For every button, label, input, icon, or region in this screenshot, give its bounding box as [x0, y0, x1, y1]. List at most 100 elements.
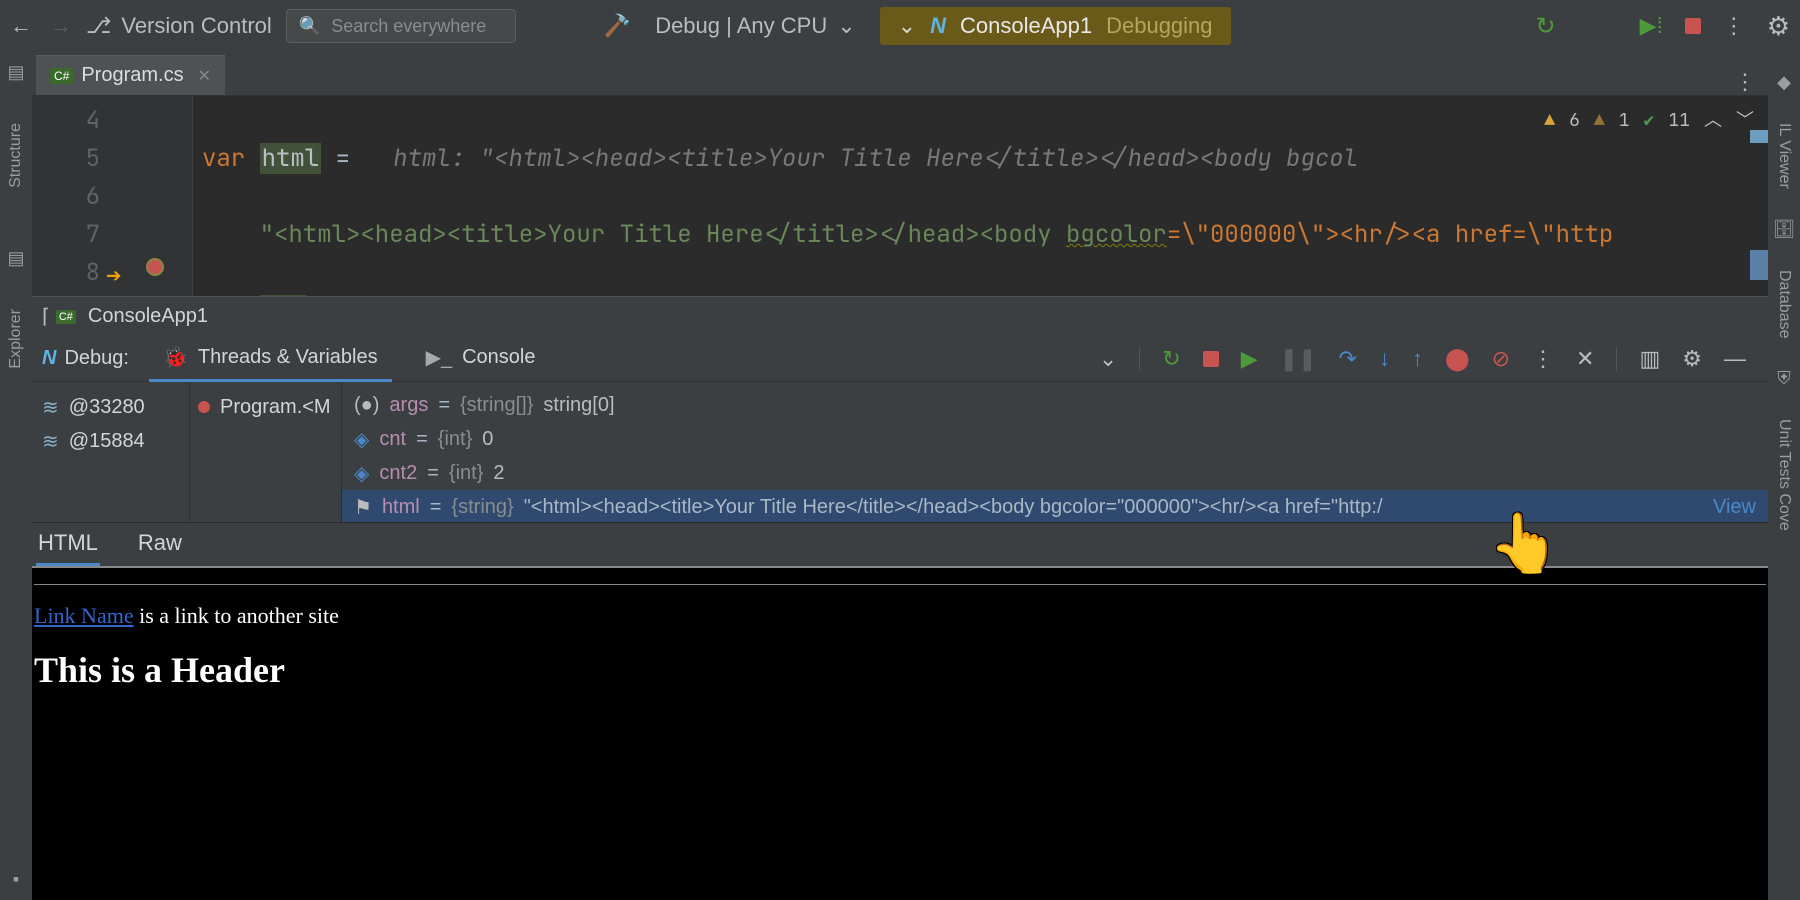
- variables-list[interactable]: (●) args = {string[]} string[0] ◈ cnt = …: [342, 382, 1768, 522]
- inspection-widget[interactable]: ▲6 ▲1 ✔11 ︿ ﹀: [1544, 102, 1754, 140]
- tab-console[interactable]: ▶_ Console: [412, 336, 550, 382]
- frames-list[interactable]: Program.<M: [190, 382, 342, 522]
- weak-warn-count: 1: [1619, 102, 1630, 140]
- top-toolbar: ← → ⎇ Version Control 🔍 Search everywher…: [0, 0, 1800, 52]
- structure-tool-label[interactable]: Structure: [7, 123, 25, 188]
- forward-icon[interactable]: →: [50, 13, 72, 39]
- check-icon: ✔: [1644, 102, 1655, 140]
- vcs-label: Version Control: [121, 13, 271, 39]
- file-tab-program[interactable]: C# Program.cs ✕: [36, 55, 225, 95]
- html-preview-panel: Link Name is a link to another site This…: [32, 566, 1768, 900]
- preview-link-line: Link Name is a link to another site: [34, 603, 1766, 629]
- csharp-badge-icon: C#: [50, 68, 73, 84]
- il-viewer-icon[interactable]: ◆: [1777, 72, 1791, 93]
- editor-gutter: 4 5 6 7 8 ➔: [32, 96, 192, 296]
- folder-icon[interactable]: ▪: [13, 869, 19, 890]
- more-icon[interactable]: ⋮: [1723, 13, 1745, 39]
- debug-tab-bar: N Debug: 🐞 Threads & Variables ▶_ Consol…: [32, 336, 1768, 382]
- rerun-icon[interactable]: ↻: [1162, 346, 1180, 372]
- stop-icon[interactable]: [1203, 351, 1219, 367]
- step-over-icon[interactable]: ↷: [1339, 346, 1357, 372]
- settings-icon[interactable]: ⚙: [1767, 11, 1790, 42]
- preview-h1: This is a Header: [34, 649, 1766, 691]
- editor-more-icon[interactable]: ⋮: [1734, 69, 1756, 95]
- thread-row[interactable]: ≋@33280: [42, 390, 179, 424]
- resume-icon[interactable]: ▶: [1241, 346, 1258, 372]
- rerun-icon[interactable]: ↻: [1536, 12, 1556, 41]
- build-config-label: Debug | Any CPU: [655, 13, 827, 39]
- more-icon[interactable]: ⋮: [1532, 346, 1554, 372]
- nav-arrows: ← →: [10, 13, 72, 39]
- build-config-select[interactable]: Debug | Any CPU ⌄: [645, 13, 865, 39]
- preview-hr: [34, 584, 1766, 585]
- left-tool-rail: ▤ Structure ▤ Explorer ▪: [0, 52, 32, 900]
- code-editor[interactable]: 4 5 6 7 8 ➔ var html = html: "<html><hea…: [32, 96, 1768, 296]
- step-out-icon[interactable]: ↑: [1412, 346, 1423, 372]
- editor-tab-bar: C# Program.cs ✕ ⋮: [32, 52, 1768, 96]
- execution-point-icon: ➔: [106, 256, 122, 294]
- debug-toolbar: ⌄ ↻ ▶ ❚❚ ↷ ↓ ↑ ⬤ ⊘ ⋮ ✕ ▥ ⚙ —: [1099, 346, 1768, 372]
- field-icon: ◈: [354, 427, 369, 452]
- explorer-tool-icon[interactable]: ▤: [7, 248, 24, 269]
- view-breakpoints-icon[interactable]: ⬤: [1445, 346, 1470, 372]
- check-count: 11: [1668, 102, 1690, 140]
- preview-link[interactable]: Link Name: [34, 603, 134, 628]
- bug-icon: 🐞: [163, 345, 188, 370]
- project-icon: N: [930, 13, 946, 39]
- thread-icon: ≋: [42, 395, 59, 420]
- preview-tab-raw[interactable]: Raw: [136, 523, 184, 567]
- layout-icon[interactable]: ▥: [1639, 346, 1660, 372]
- build-icon[interactable]: 🔨: [604, 13, 631, 39]
- var-row[interactable]: ◈ cnt = {int} 0: [354, 422, 1756, 456]
- line-number: 4: [32, 102, 100, 140]
- preview-tab-bar: HTML Raw: [32, 522, 1768, 566]
- var-row[interactable]: ◈ cnt2 = {int} 2: [354, 456, 1756, 490]
- param-icon: (●): [354, 394, 379, 417]
- thread-row[interactable]: ≋@15884: [42, 424, 179, 458]
- frame-bp-icon: [198, 401, 210, 413]
- chevron-down-icon[interactable]: ⌄: [1099, 346, 1117, 372]
- csharp-badge-icon: C#: [56, 310, 76, 324]
- terminal-icon: ▶_: [426, 345, 453, 370]
- close-icon[interactable]: ✕: [1576, 346, 1594, 372]
- structure-tool-icon[interactable]: ▤: [7, 62, 24, 83]
- search-everywhere[interactable]: 🔍 Search everywhere: [286, 9, 516, 43]
- prev-highlight-icon[interactable]: ︿: [1704, 102, 1722, 140]
- breakpoint-icon[interactable]: [146, 258, 164, 276]
- stop-icon[interactable]: [1685, 18, 1701, 34]
- view-link[interactable]: View: [1713, 496, 1756, 519]
- thread-icon: ≋: [42, 429, 59, 454]
- field-icon: ◈: [354, 461, 369, 486]
- debug-play-icon[interactable]: ▶⁞: [1640, 13, 1663, 39]
- tab-file-name: Program.cs: [81, 64, 183, 87]
- frame-row[interactable]: Program.<M: [194, 390, 337, 424]
- flag-icon: ⚑: [354, 495, 372, 520]
- database-label[interactable]: Database: [1775, 270, 1793, 339]
- threads-list[interactable]: ≋@33280 ≋@15884: [32, 382, 190, 522]
- chevron-down-icon: ⌄: [837, 13, 855, 39]
- minimize-icon[interactable]: —: [1724, 346, 1746, 372]
- var-row-selected[interactable]: ⚑ html = {string} "<html><head><title>Yo…: [342, 490, 1768, 524]
- var-row[interactable]: (●) args = {string[]} string[0]: [354, 388, 1756, 422]
- error-stripe[interactable]: [1750, 130, 1768, 290]
- search-icon: 🔍: [299, 16, 321, 37]
- database-icon[interactable]: 🗄: [1773, 219, 1796, 240]
- code-body[interactable]: var html = html: "<html><head><title>You…: [192, 96, 1768, 296]
- vcs-widget[interactable]: ⎇ Version Control: [86, 13, 272, 39]
- back-icon[interactable]: ←: [10, 13, 32, 39]
- run-config-pill[interactable]: ⌄ N ConsoleApp1 Debugging: [880, 7, 1231, 45]
- il-viewer-label[interactable]: IL Viewer: [1775, 123, 1793, 189]
- explorer-tool-label[interactable]: Explorer: [7, 309, 25, 369]
- mute-breakpoints-icon[interactable]: ⊘: [1492, 346, 1510, 372]
- preview-tab-html[interactable]: HTML: [36, 523, 100, 567]
- run-config-icon: ⌈: [42, 304, 50, 329]
- tab-threads-variables[interactable]: 🐞 Threads & Variables: [149, 336, 392, 382]
- line-number: 8: [32, 254, 100, 292]
- unit-tests-label[interactable]: Unit Tests Cove: [1775, 419, 1793, 531]
- pause-icon[interactable]: ❚❚: [1280, 346, 1317, 372]
- gear-icon[interactable]: ⚙: [1682, 346, 1702, 372]
- debug-session-header: ⌈ C# ConsoleApp1: [32, 296, 1768, 336]
- unit-tests-icon[interactable]: ⛨: [1777, 368, 1791, 389]
- close-icon[interactable]: ✕: [198, 66, 211, 86]
- step-into-icon[interactable]: ↓: [1379, 346, 1390, 372]
